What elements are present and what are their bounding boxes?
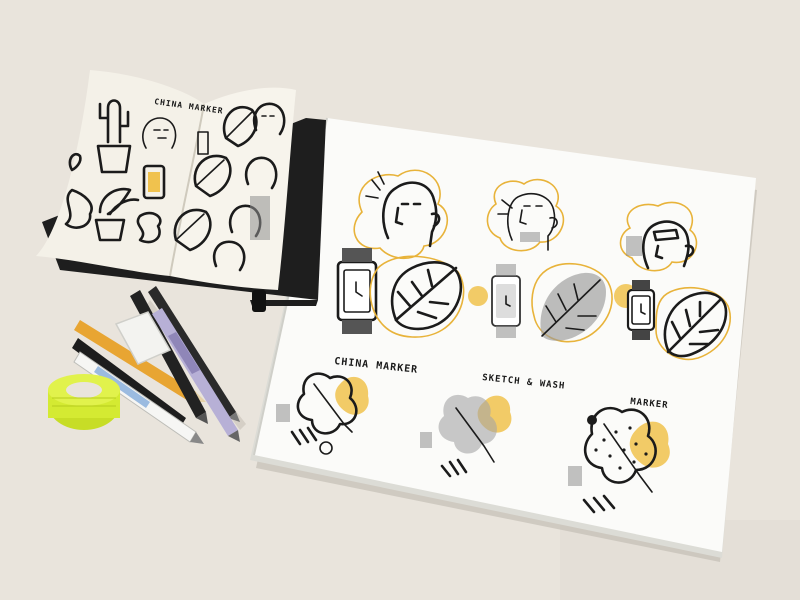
- photo-scene: CHINA MARKER SKETCH & WASH MARKER CHINA …: [0, 0, 800, 600]
- tape-roll: [48, 374, 120, 430]
- elastic-band: [252, 290, 266, 312]
- photo-canvas: CHINA MARKER SKETCH & WASH MARKER CHINA …: [0, 0, 800, 600]
